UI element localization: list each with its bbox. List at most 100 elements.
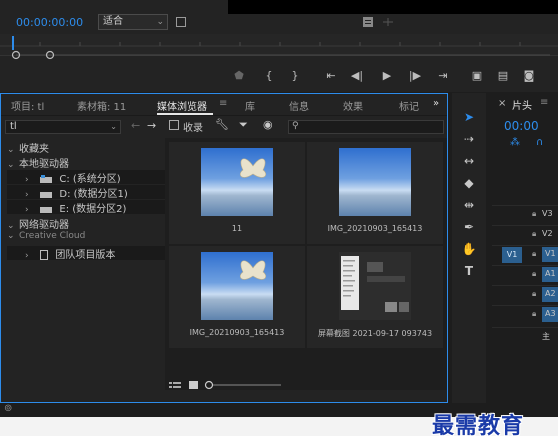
lock-icon[interactable]: 🔒︎	[532, 289, 536, 299]
razor-tool-icon[interactable]: ◆	[461, 175, 477, 191]
fit-dropdown[interactable]: 适合 ⌄	[98, 14, 168, 30]
monitor-video-area	[228, 0, 558, 14]
ingest-label: 收录	[183, 123, 203, 134]
go-to-out-icon[interactable]: ⇥	[434, 66, 452, 84]
local-drives-label: 本地驱动器	[19, 159, 69, 170]
play-icon[interactable]: ▶	[378, 66, 396, 84]
tree-item-local-drives[interactable]: ⌄ 本地驱动器	[7, 155, 69, 170]
track-v3[interactable]: 🔒︎ V3	[492, 205, 558, 223]
tab-libraries[interactable]: 库	[245, 98, 255, 113]
drive-icon	[40, 192, 53, 198]
step-forward-icon[interactable]: |▶	[406, 66, 424, 84]
watermark-logo: 最需教育	[432, 413, 525, 436]
chevron-down-icon: ⌄	[7, 160, 15, 170]
track-master[interactable]: 主	[492, 327, 558, 345]
view-icon[interactable]: ◉	[263, 118, 273, 131]
lock-icon[interactable]: 🔒︎	[532, 269, 536, 279]
drive-label: C: (系统分区)	[59, 174, 121, 185]
go-to-in-icon[interactable]: ⇤	[322, 66, 340, 84]
timeline-timecode[interactable]: 00:00	[504, 119, 539, 133]
ingest-checkbox[interactable]	[169, 120, 179, 130]
type-tool-icon[interactable]: T	[461, 263, 477, 279]
insert-icon[interactable]: ▣	[468, 66, 486, 84]
tree-item-drive-c[interactable]: › C: (系统分区)	[7, 170, 165, 185]
mark-in-icon[interactable]: {	[260, 66, 278, 84]
browser-toolbar: tl ⌄ ← → 收录 🔧︎ ⏷ ◉ ⚲	[1, 116, 447, 138]
selection-tool-icon[interactable]: ➤	[461, 109, 477, 125]
chevron-down-icon: ⌄	[7, 231, 15, 241]
zoom-scrollbar[interactable]	[10, 50, 558, 60]
team-project-icon	[40, 250, 49, 260]
track-label: V3	[542, 209, 553, 218]
tab-media-browser[interactable]: 媒体浏览器	[157, 98, 207, 113]
playhead[interactable]	[12, 36, 14, 50]
tab-markers[interactable]: 标记	[399, 98, 421, 113]
monitor-timecode[interactable]: 00:00:00:00	[16, 16, 83, 29]
tree-item-team-project[interactable]: › 团队项目版本	[7, 246, 165, 261]
marker-icon[interactable]: ⬟	[230, 66, 248, 84]
linked-selection-icon[interactable]: ∩	[536, 137, 543, 148]
export-frame-icon[interactable]: ◙	[520, 66, 538, 84]
lock-icon[interactable]: 🔒︎	[532, 229, 536, 239]
list-view-icon	[169, 382, 181, 388]
media-item[interactable]: IMG_20210903_165413	[307, 142, 443, 244]
filter-icon[interactable]: ⏷	[239, 118, 248, 132]
track-label: 主	[542, 332, 550, 341]
track-a1[interactable]: 🔒︎ A1	[492, 265, 558, 283]
media-thumbnail	[339, 148, 411, 216]
tree-item-drive-d[interactable]: › D: (数据分区1)	[7, 185, 165, 200]
lock-icon[interactable]: 🔒︎	[532, 249, 536, 259]
lock-icon[interactable]: 🔒︎	[532, 209, 536, 219]
back-arrow-icon[interactable]: ←	[131, 119, 140, 132]
media-item[interactable]: 屏幕截图 2021-09-17 093743	[307, 246, 443, 348]
mark-out-icon[interactable]: }	[286, 66, 304, 84]
media-item-label: IMG_20210903_165413	[189, 328, 285, 337]
tree-item-creative-cloud[interactable]: ⌄ Creative Cloud	[7, 231, 85, 245]
track-v2[interactable]: 🔒︎ V2	[492, 225, 558, 243]
lock-icon[interactable]: 🔒︎	[532, 309, 536, 319]
tree-item-favorites[interactable]: ⌄ 收藏夹	[7, 140, 49, 155]
filter-dropdown-value: tl	[10, 121, 17, 132]
drive-label: E: (数据分区2)	[59, 204, 127, 215]
pen-tool-icon[interactable]: ✒	[461, 219, 477, 235]
zoom-slider-handle	[204, 380, 214, 390]
source-patch-v1[interactable]: V1	[502, 247, 522, 263]
step-back-icon[interactable]: ◀|	[348, 66, 366, 84]
filter-dropdown[interactable]: tl ⌄	[5, 120, 121, 134]
tree-item-drive-e[interactable]: › E: (数据分区2)	[7, 200, 165, 215]
tools-panel: ➤ ⇢ ↔ ◆ ⇹ ✒ ✋ T	[452, 93, 486, 403]
chevron-right-icon: ›	[25, 251, 29, 261]
search-icon: ⚲	[292, 121, 299, 131]
track-a2[interactable]: 🔒︎ A2	[492, 285, 558, 303]
panel-menu-icon[interactable]: ≡	[540, 97, 548, 108]
snap-icon[interactable]: ⁂	[510, 137, 520, 148]
icon-view-icon	[189, 381, 198, 389]
track-select-tool-icon[interactable]: ⇢	[461, 131, 477, 147]
search-input[interactable]: ⚲	[288, 120, 444, 134]
media-item[interactable]: 11	[169, 142, 305, 244]
drive-label: D: (数据分区1)	[59, 189, 128, 200]
tab-bin[interactable]: 素材箱: 11	[77, 98, 126, 113]
overwrite-icon[interactable]: ▤	[494, 66, 512, 84]
settings-icon[interactable]	[176, 17, 186, 27]
forward-arrow-icon[interactable]: →	[147, 119, 156, 132]
tab-project[interactable]: 项目: tl	[11, 98, 44, 113]
panel-menu-icon[interactable]: ≡	[219, 98, 227, 109]
ripple-edit-tool-icon[interactable]: ↔	[461, 153, 477, 169]
close-icon[interactable]: ×	[498, 98, 506, 109]
hand-tool-icon[interactable]: ✋	[461, 241, 477, 257]
tab-sequence[interactable]: 片头	[512, 97, 532, 112]
media-item-label: 11	[231, 224, 243, 233]
track-label: V2	[542, 229, 553, 238]
fit-dropdown-value: 适合	[103, 16, 123, 27]
wrench-icon[interactable]: 🔧︎	[215, 118, 229, 131]
track-v1[interactable]: V1 🔒︎ V1	[492, 245, 558, 263]
more-tabs-icon[interactable]: »	[433, 98, 439, 109]
tab-info[interactable]: 信息	[289, 98, 309, 113]
favorites-label: 收藏夹	[19, 144, 49, 155]
tab-effects[interactable]: 效果	[343, 98, 363, 113]
media-item[interactable]: IMG_20210903_165413	[169, 246, 305, 348]
tree-item-network-drives[interactable]: ⌄ 网络驱动器	[7, 216, 69, 231]
track-a3[interactable]: 🔒︎ A3	[492, 305, 558, 323]
slip-tool-icon[interactable]: ⇹	[461, 197, 477, 213]
